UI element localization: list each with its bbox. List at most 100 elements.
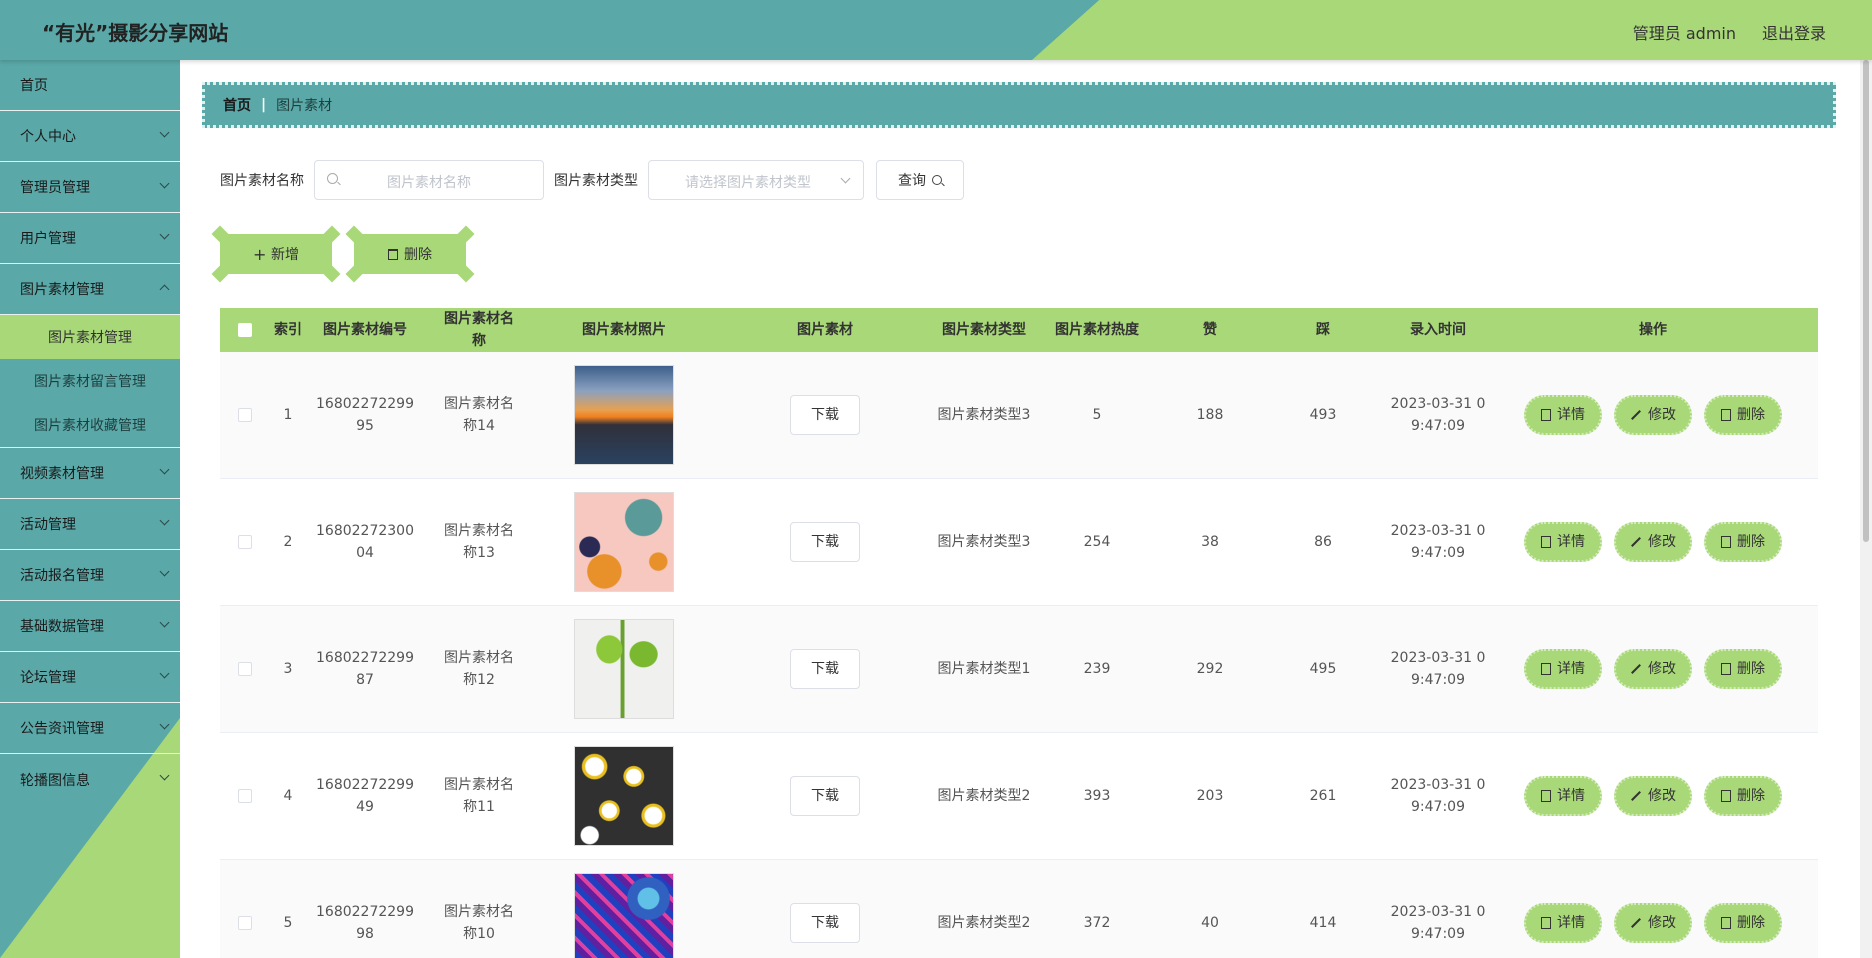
row-checkbox[interactable] <box>238 408 252 422</box>
sidebar-item-label: 首页 <box>20 78 48 94</box>
download-button[interactable]: 下载 <box>790 649 860 689</box>
cell-index: 4 <box>283 788 293 804</box>
query-button-label: 查询 <box>898 173 926 189</box>
query-button[interactable]: 查询 <box>876 160 964 200</box>
detail-button[interactable]: 详情 <box>1524 522 1602 562</box>
detail-button[interactable]: 详情 <box>1524 395 1602 435</box>
chevron-down-icon <box>159 719 170 730</box>
sidebar-item-forum[interactable]: 论坛管理 <box>0 652 180 703</box>
select-all-checkbox[interactable] <box>238 323 252 337</box>
detail-label: 详情 <box>1557 788 1585 804</box>
detail-button[interactable]: 详情 <box>1524 649 1602 689</box>
sidebar-item-image-management[interactable]: 图片素材管理 <box>0 264 180 315</box>
submenu-item-image-favorites[interactable]: 图片素材收藏管理 <box>0 403 180 447</box>
download-button[interactable]: 下载 <box>790 903 860 943</box>
cell-operations: 详情 修改 删除 <box>1488 649 1818 689</box>
cell-dislikes: 495 <box>1309 661 1337 677</box>
sidebar-item-base-data[interactable]: 基础数据管理 <box>0 601 180 652</box>
table-row: 4 1680227229949 图片素材名称11 下载 图片素材类型2 393 … <box>220 733 1818 860</box>
detail-label: 详情 <box>1557 407 1585 423</box>
delete-label: 删除 <box>1737 407 1765 423</box>
edit-button[interactable]: 修改 <box>1614 649 1692 689</box>
edit-button[interactable]: 修改 <box>1614 522 1692 562</box>
sidebar-item-carousel[interactable]: 轮播图信息 <box>0 754 180 805</box>
add-button-label: 新增 <box>271 247 299 263</box>
name-search-input[interactable]: 图片素材名称 <box>314 160 544 200</box>
cell-time: 2023-03-31 09:47:09 <box>1390 396 1486 434</box>
material-thumbnail[interactable] <box>574 746 674 846</box>
cell-download: 下载 <box>714 522 936 562</box>
trash-icon <box>1721 790 1731 802</box>
delete-label: 删除 <box>1737 788 1765 804</box>
submenu-item-image-comments[interactable]: 图片素材留言管理 <box>0 359 180 403</box>
add-button[interactable]: + 新增 <box>211 225 341 283</box>
ribbon-decoration <box>457 265 475 283</box>
cell-index: 1 <box>283 407 293 423</box>
ribbon-decoration <box>323 265 341 283</box>
batch-delete-button[interactable]: 删除 <box>345 225 475 283</box>
sidebar-item-label: 个人中心 <box>20 129 76 145</box>
material-thumbnail[interactable] <box>574 873 674 958</box>
header-operations: 操作 <box>1639 322 1667 338</box>
sidebar-item-activity-management[interactable]: 活动管理 <box>0 499 180 550</box>
row-checkbox[interactable] <box>238 535 252 549</box>
vertical-scrollbar[interactable] <box>1860 60 1872 958</box>
edit-button[interactable]: 修改 <box>1614 395 1692 435</box>
detail-button[interactable]: 详情 <box>1524 903 1602 943</box>
edit-label: 修改 <box>1648 661 1676 677</box>
table-row: 1 1680227229995 图片素材名称14 下载 图片素材类型3 5 18… <box>220 352 1818 479</box>
cell-code: 1680227229987 <box>316 650 414 688</box>
row-checkbox[interactable] <box>238 662 252 676</box>
cell-download: 下载 <box>714 903 936 943</box>
delete-button[interactable]: 删除 <box>1704 649 1782 689</box>
detail-label: 详情 <box>1557 915 1585 931</box>
cell-time: 2023-03-31 09:47:09 <box>1390 650 1486 688</box>
cell-time: 2023-03-31 09:47:09 <box>1390 523 1486 561</box>
header-photo: 图片素材照片 <box>582 322 666 338</box>
table-header: 索引 图片素材编号 图片素材名称 图片素材照片 图片素材 图片素材类型 图片素材… <box>220 308 1818 352</box>
scrollbar-thumb[interactable] <box>1863 60 1869 542</box>
sidebar-item-announcements[interactable]: 公告资讯管理 <box>0 703 180 754</box>
logout-link[interactable]: 退出登录 <box>1762 20 1826 44</box>
chevron-down-icon <box>840 173 851 184</box>
row-checkbox[interactable] <box>238 789 252 803</box>
trash-icon <box>1721 917 1731 929</box>
submenu-item-image-material[interactable]: 图片素材管理 <box>0 315 180 359</box>
cell-type: 图片素材类型3 <box>937 407 1031 423</box>
cell-heat: 239 <box>1083 661 1111 677</box>
sidebar-item-user-management[interactable]: 用户管理 <box>0 213 180 264</box>
delete-button[interactable]: 删除 <box>1704 522 1782 562</box>
sidebar-item-label: 轮播图信息 <box>20 772 90 789</box>
material-thumbnail[interactable] <box>574 492 674 592</box>
cell-operations: 详情 修改 删除 <box>1488 776 1818 816</box>
sidebar-item-label: 用户管理 <box>20 231 76 247</box>
detail-button[interactable]: 详情 <box>1524 776 1602 816</box>
delete-button[interactable]: 删除 <box>1704 776 1782 816</box>
delete-button[interactable]: 删除 <box>1704 395 1782 435</box>
current-user: 管理员 admin <box>1632 24 1736 43</box>
type-select[interactable]: 请选择图片素材类型 <box>648 160 864 200</box>
delete-button[interactable]: 删除 <box>1704 903 1782 943</box>
table-row: 2 1680227230004 图片素材名称13 下载 图片素材类型3 254 … <box>220 479 1818 606</box>
material-thumbnail[interactable] <box>574 365 674 465</box>
download-button[interactable]: 下载 <box>790 522 860 562</box>
trash-icon <box>1721 663 1731 675</box>
header-heat: 图片素材热度 <box>1055 322 1139 338</box>
edit-button[interactable]: 修改 <box>1614 903 1692 943</box>
row-checkbox[interactable] <box>238 916 252 930</box>
material-thumbnail[interactable] <box>574 619 674 719</box>
sidebar-item-video-management[interactable]: 视频素材管理 <box>0 448 180 499</box>
edit-button[interactable]: 修改 <box>1614 776 1692 816</box>
ribbon-decoration <box>211 225 229 243</box>
breadcrumb-home[interactable]: 首页 <box>223 95 251 115</box>
sidebar-item-admin-management[interactable]: 管理员管理 <box>0 162 180 213</box>
chevron-down-icon <box>159 515 170 526</box>
download-button[interactable]: 下载 <box>790 395 860 435</box>
cell-photo <box>534 619 714 719</box>
download-button[interactable]: 下载 <box>790 776 860 816</box>
cell-index: 5 <box>283 915 293 931</box>
row-select-cell <box>220 789 270 803</box>
sidebar-item-personal-center[interactable]: 个人中心 <box>0 111 180 162</box>
sidebar-item-signup-management[interactable]: 活动报名管理 <box>0 550 180 601</box>
sidebar-item-home[interactable]: 首页 <box>0 60 180 111</box>
